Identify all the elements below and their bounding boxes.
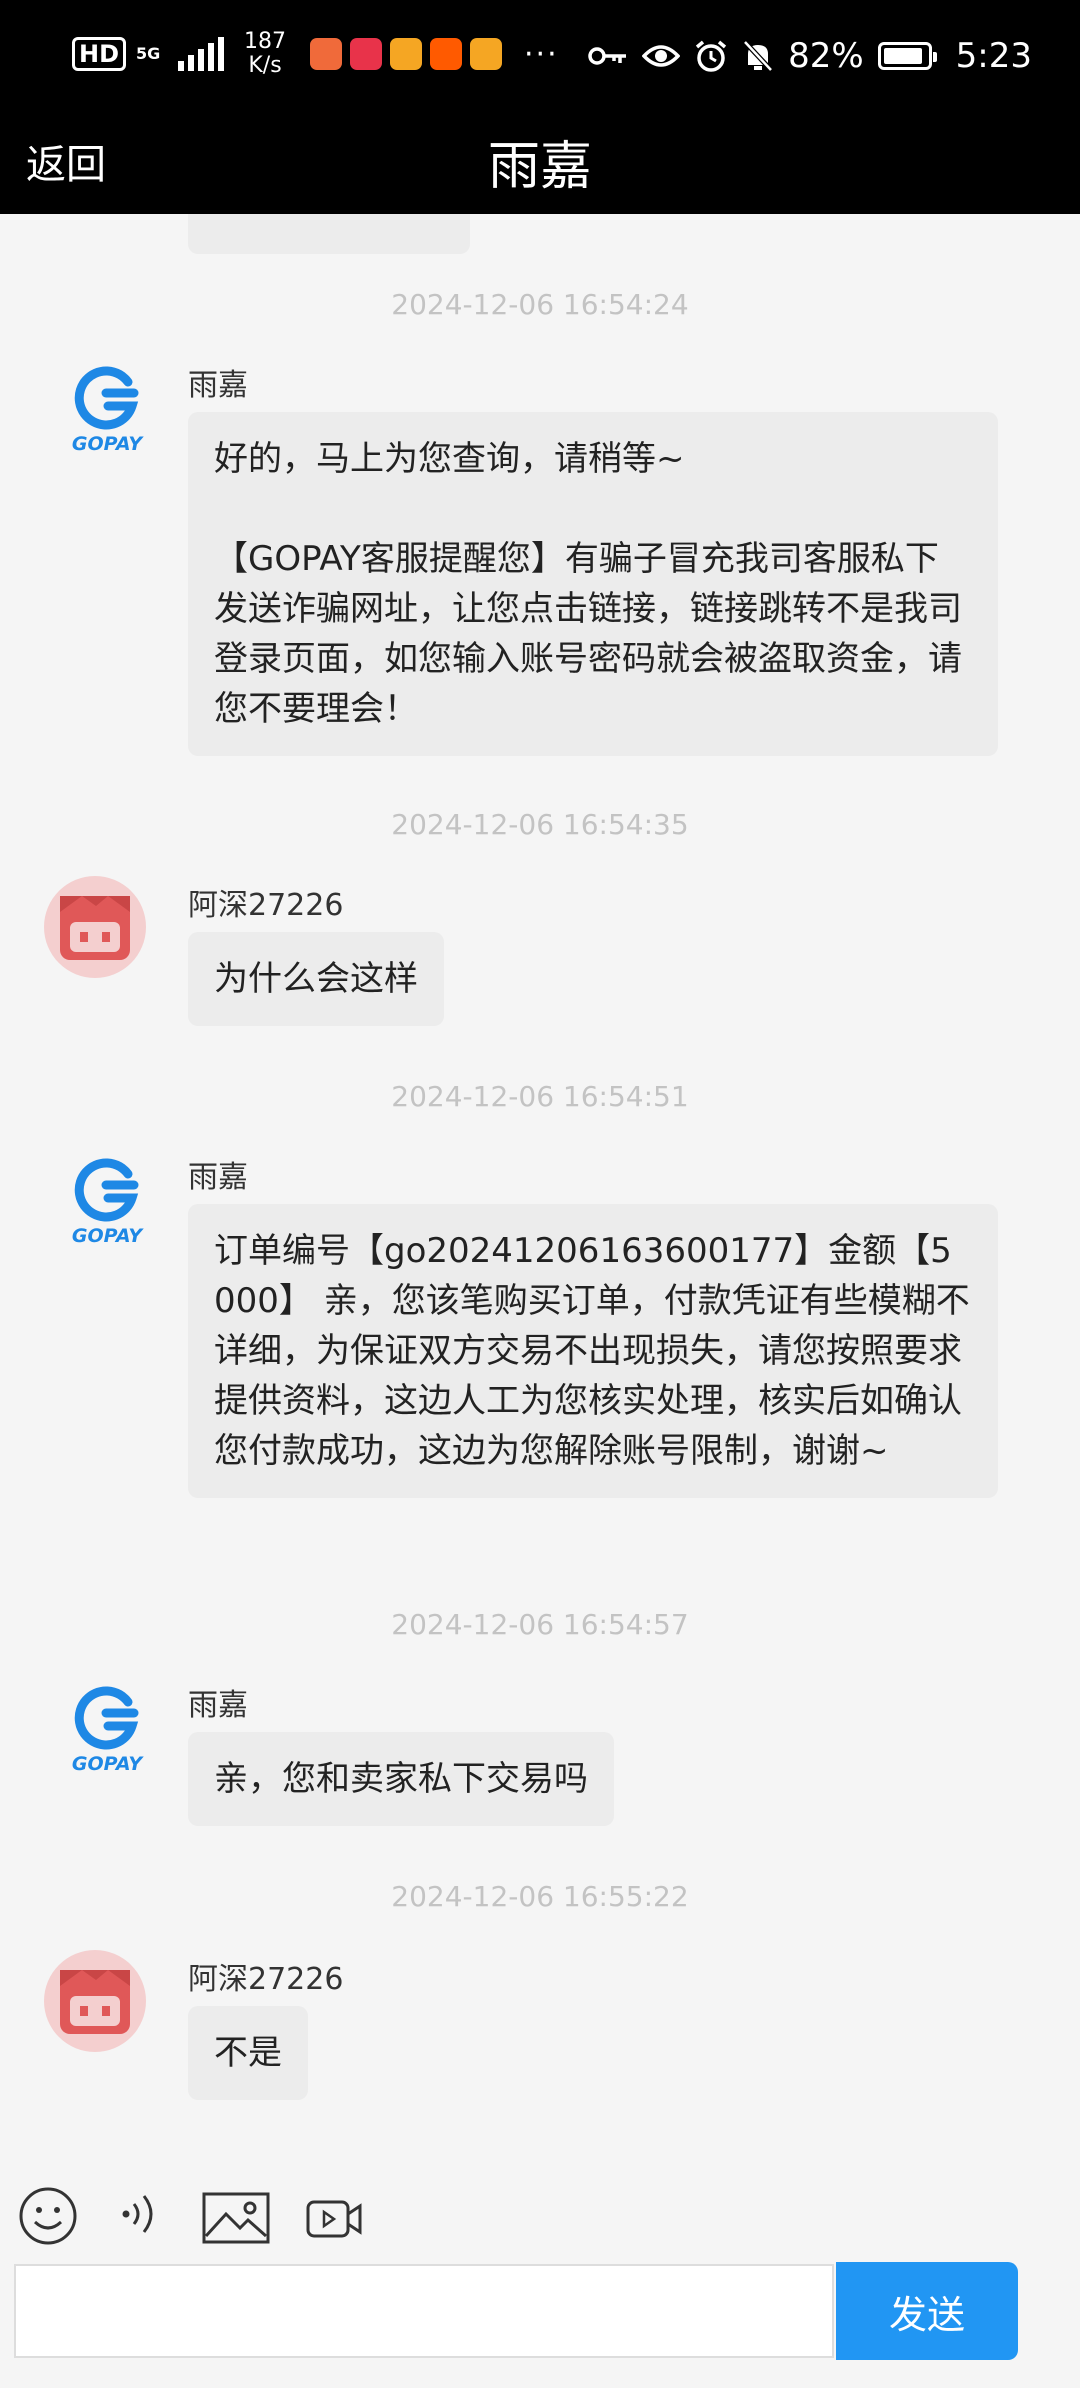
image-icon[interactable]	[202, 2192, 270, 2244]
sender-name: 阿深27226	[188, 888, 344, 923]
user-avatar[interactable]	[44, 876, 146, 978]
sender-name: 雨嘉	[188, 1160, 248, 1195]
message-bubble[interactable]: 订单编号【go20241206163600177】金额【5000】 亲，您该笔购…	[188, 1204, 998, 1498]
title-bar: 返回 雨嘉	[0, 110, 1080, 214]
user-avatar-icon	[60, 1970, 130, 2034]
message-timestamp: 2024-12-06 16:54:51	[391, 1080, 689, 1113]
composer-row: 发送	[0, 2262, 1080, 2366]
chat-list[interactable]: 2024-12-06 16:54:24 GOPAY 雨嘉 好的，马上为您查询，请…	[0, 214, 1080, 2164]
composer-toolbar	[0, 2170, 1080, 2260]
user-avatar-icon	[60, 896, 130, 960]
gopay-avatar[interactable]: GOPAY	[52, 1680, 162, 1776]
message-bubble[interactable]: 为什么会这样	[188, 932, 444, 1026]
message-timestamp: 2024-12-06 16:54:24	[391, 288, 689, 321]
video-icon[interactable]	[306, 2194, 362, 2242]
more-notifications-icon: ···	[524, 36, 559, 72]
mute-icon	[743, 40, 773, 72]
taobao-notification-icon	[430, 38, 463, 70]
speed-unit: K/s	[248, 53, 282, 78]
message-bubble[interactable]: 好的，马上为您查询，请稍等~ 【GOPAY客服提醒您】有骗子冒充我司客服私下发送…	[188, 412, 998, 756]
gopay-avatar[interactable]: GOPAY	[52, 360, 162, 456]
voice-icon[interactable]	[114, 2186, 164, 2242]
weibo-notification-icon	[470, 38, 503, 70]
status-bar: HD 5G 187 K/s ··· 82% 5:23	[0, 0, 1080, 110]
status-right: 82% 5:23	[588, 36, 1032, 76]
alarm-icon	[695, 40, 727, 72]
status-left: HD 5G 187 K/s ···	[72, 30, 559, 78]
speed-value: 187	[244, 29, 287, 54]
app-notification-icon	[350, 38, 383, 70]
gopay-avatar-text: GOPAY	[72, 433, 144, 455]
gopay-logo-icon: GOPAY	[72, 1158, 144, 1247]
gopay-avatar[interactable]: GOPAY	[52, 1152, 162, 1248]
sender-name: 雨嘉	[188, 1688, 248, 1723]
message-input[interactable]	[14, 2264, 834, 2358]
signal-icon	[178, 37, 225, 71]
previous-message-bubble	[188, 214, 470, 254]
weibo-notification-icon	[390, 38, 423, 70]
send-button[interactable]: 发送	[836, 2262, 1018, 2360]
hd-badge: HD	[72, 37, 127, 71]
gopay-logo-icon: GOPAY	[72, 366, 144, 455]
message-timestamp: 2024-12-06 16:55:22	[391, 1880, 689, 1913]
message-timestamp: 2024-12-06 16:54:35	[391, 808, 689, 841]
page-title: 雨嘉	[487, 137, 592, 197]
battery-icon	[877, 42, 937, 70]
emoji-icon[interactable]	[18, 2186, 78, 2246]
gopay-avatar-text: GOPAY	[72, 1753, 144, 1775]
message-bubble[interactable]: 亲，您和卖家私下交易吗	[188, 1732, 614, 1826]
sender-name: 雨嘉	[188, 368, 248, 403]
eye-icon	[642, 45, 681, 67]
gopay-logo-icon: GOPAY	[72, 1686, 144, 1775]
notification-icons	[310, 38, 503, 70]
app-notification-icon	[310, 38, 343, 70]
message-bubble[interactable]: 不是	[188, 2006, 308, 2100]
clock: 5:23	[955, 36, 1032, 76]
battery-percent: 82%	[788, 36, 864, 76]
gopay-avatar-text: GOPAY	[72, 1225, 144, 1247]
network-speed: 187 K/s	[244, 30, 286, 78]
message-timestamp: 2024-12-06 16:54:57	[391, 1608, 689, 1641]
sender-name: 阿深27226	[188, 1962, 344, 1997]
network-type: 5G	[136, 44, 161, 63]
user-avatar[interactable]	[44, 1950, 146, 2052]
key-icon	[588, 47, 627, 65]
